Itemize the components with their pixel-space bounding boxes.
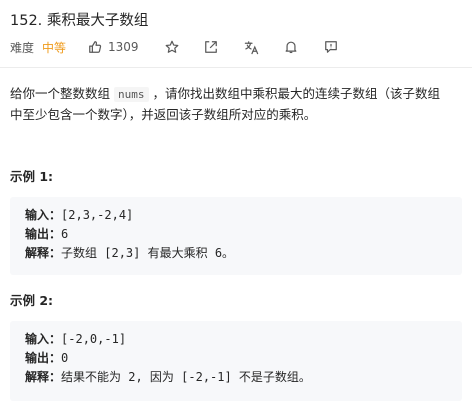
example-explain-row: 解释：结果不能为 2, 因为 [-2,-1] 不是子数组。 [25,368,462,387]
output-value: 6 [61,227,69,241]
input-label: 输入： [25,332,62,346]
explain-value: 子数组 [2,3] 有最大乘积 6。 [61,246,235,260]
output-value: 0 [61,351,69,365]
input-value: [-2,0,-1] [61,332,127,346]
explain-label: 解释： [25,370,62,384]
problem-title: 152. 乘积最大子数组 [10,13,149,29]
description-line-2: 中至少包含一个数字），并返回该子数组所对应的乘积。 [10,107,317,122]
example-1-box: 输入：[2,3,-2,4] 输出：6 解释：子数组 [2,3] 有最大乘积 6。 [10,197,462,275]
difficulty-badge: 中等 [42,40,67,55]
star-icon[interactable] [164,39,180,55]
bell-icon[interactable] [283,39,299,55]
output-label: 输出： [25,227,62,241]
explain-label: 解释： [25,246,62,260]
translate-icon[interactable] [243,39,259,55]
share-icon[interactable] [203,39,219,55]
thumbs-up-icon [89,41,102,53]
meta-divider [0,67,472,68]
inline-code: nums [114,87,149,102]
feedback-icon[interactable] [323,39,339,55]
input-label: 输入： [25,208,62,222]
example-1-title: 示例 1: [10,169,54,184]
example-output-row: 输出：0 [25,349,462,368]
explain-value: 结果不能为 2, 因为 [-2,-1] 不是子数组。 [61,370,311,384]
example-2-title: 示例 2: [10,293,54,308]
example-2-box: 输入：[-2,0,-1] 输出：0 解释：结果不能为 2, 因为 [-2,-1]… [10,321,462,401]
example-explain-row: 解释：子数组 [2,3] 有最大乘积 6。 [25,244,462,263]
example-input-row: 输入：[-2,0,-1] [25,330,462,349]
example-output-row: 输出：6 [25,225,462,244]
description-line-1: 给你一个整数数组 nums ，请你找出数组中乘积最大的连续子数组（该子数组 [10,84,466,105]
like-button[interactable]: 1309 [88,40,139,54]
like-count: 1309 [108,40,139,54]
input-value: [2,3,-2,4] [61,208,134,222]
difficulty-label: 难度 [10,40,35,55]
description-text: 给你一个整数数组 [10,86,111,101]
problem-meta-bar: 难度 中等 1309 [10,36,470,58]
problem-description: 给你一个整数数组 nums ，请你找出数组中乘积最大的连续子数组（该子数组 中至少包… [10,84,466,125]
output-label: 输出： [25,351,62,365]
example-input-row: 输入：[2,3,-2,4] [25,206,462,225]
description-text: ，请你找出数组中乘积最大的连续子数组（该子数组 [152,86,441,101]
